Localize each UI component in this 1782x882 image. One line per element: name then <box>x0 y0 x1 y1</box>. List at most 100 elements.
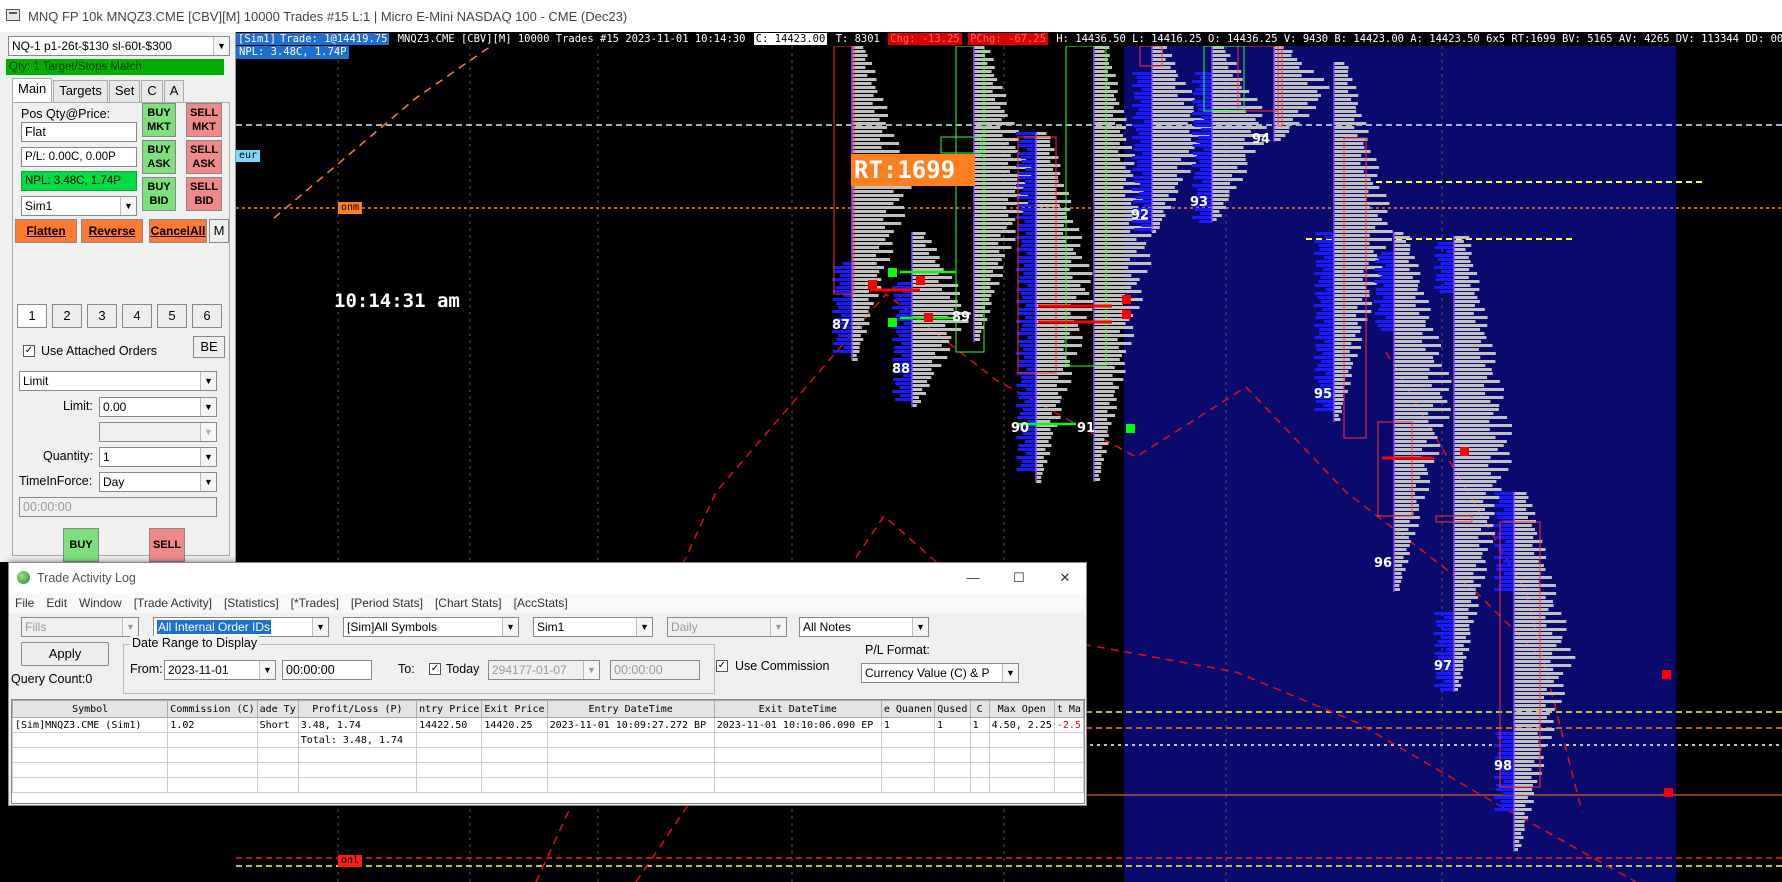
apply-button[interactable]: Apply <box>21 642 109 666</box>
sell-button[interactable]: SELL <box>149 528 185 562</box>
buy-ask-button[interactable]: BUY ASK <box>142 140 176 174</box>
tab-main[interactable]: Main <box>12 78 53 102</box>
volume-bar <box>1212 62 1237 65</box>
column-header[interactable]: Exit Price <box>481 700 548 718</box>
qty-preset-button[interactable]: 4 <box>122 304 152 328</box>
from-date-input[interactable]: 2023-11-01 ▼ <box>164 660 276 680</box>
sell-bid-button[interactable]: SELL BID <box>186 177 222 211</box>
volume-bar <box>1036 224 1064 227</box>
order-ids-select[interactable]: All Internal Order IDs ▼ <box>153 617 329 637</box>
volume-bar <box>1514 640 1562 643</box>
log-menu-item[interactable]: [AccStats] <box>514 593 568 613</box>
fills-select[interactable]: Fills ▼ <box>21 617 139 637</box>
limit-input[interactable]: 0.00 ▼ <box>99 397 217 417</box>
volume-bar <box>1334 94 1359 97</box>
table-row[interactable]: Total: 3.48, 1.74 <box>12 732 1084 748</box>
volume-bar <box>1454 588 1476 591</box>
qty-preset-button[interactable]: 3 <box>87 304 117 328</box>
column-header[interactable]: Profit/Loss (P) <box>297 700 418 718</box>
from-time-input[interactable]: 00:00:00 <box>282 660 372 680</box>
strategy-select[interactable]: NQ-1 p1-26t-$130 sl-60t-$300 ▼ <box>8 36 230 56</box>
column-header[interactable]: t Ma <box>1053 700 1084 718</box>
secondary-price-input[interactable]: ▼ <box>99 422 217 442</box>
bid-volume-bar <box>1132 116 1152 119</box>
cancel-all-button[interactable]: CancelAll <box>149 219 207 243</box>
period-select[interactable]: Daily ▼ <box>667 617 787 637</box>
column-header[interactable]: e Quanen <box>880 700 936 718</box>
m-button[interactable]: M <box>209 219 229 243</box>
qty-preset-button[interactable]: 6 <box>192 304 222 328</box>
qty-preset-button[interactable]: 5 <box>157 304 187 328</box>
column-header[interactable]: Exit DateTime <box>713 700 882 718</box>
bid-volume-bar <box>1435 620 1454 623</box>
log-menu-item[interactable]: [Period Stats] <box>351 593 423 613</box>
column-header[interactable]: Entry DateTime <box>546 700 715 718</box>
volume-bar <box>1514 736 1552 739</box>
log-menu-item[interactable]: File <box>15 593 34 613</box>
today-checkbox[interactable]: ✓ <box>429 663 441 675</box>
volume-bar <box>1454 528 1482 531</box>
to-time-input[interactable]: 00:00:00 <box>610 660 700 680</box>
qty-preset-button[interactable]: 2 <box>52 304 82 328</box>
log-menu-item[interactable]: Window <box>79 593 122 613</box>
to-date-input[interactable]: 294177-01-07 ▼ <box>488 660 600 680</box>
bid-volume-bar <box>1376 292 1394 295</box>
bid-volume-bar <box>1323 256 1334 259</box>
tab-c[interactable]: C <box>141 80 163 102</box>
bar-index-label: 97 <box>1434 659 1453 674</box>
log-account-select[interactable]: Sim1 ▼ <box>533 617 653 637</box>
volume-bar <box>1212 118 1256 121</box>
time-input[interactable]: 00:00:00 <box>19 497 217 517</box>
column-header[interactable]: ade Ty <box>256 700 299 718</box>
volume-bar <box>1212 198 1229 201</box>
log-menu-item[interactable]: Edit <box>46 593 67 613</box>
tab-set[interactable]: Set <box>108 80 141 102</box>
column-header[interactable]: Symbol <box>12 700 169 718</box>
sell-ask-button[interactable]: SELL ASK <box>186 140 222 174</box>
bid-volume-bar <box>1134 96 1152 99</box>
table-row[interactable]: [Sim]MNQZ3.CME (Sim1) 1.02 Short 3.48, 1.74… <box>12 717 1084 733</box>
column-header[interactable]: ntry Price <box>416 700 483 718</box>
reverse-button[interactable]: Reverse <box>81 219 143 243</box>
quantity-input[interactable]: 1 ▼ <box>99 447 217 467</box>
log-menu-item[interactable]: [Trade Activity] <box>134 593 212 613</box>
pl-format-select[interactable]: Currency Value (C) & P ▼ <box>861 663 1019 683</box>
notes-select[interactable]: All Notes ▼ <box>799 617 929 637</box>
buy-bid-button[interactable]: BUY BID <box>142 177 176 211</box>
volume-bar <box>1152 202 1166 205</box>
be-button[interactable]: BE <box>193 336 225 358</box>
use-attached-checkbox[interactable]: ✓ <box>23 345 35 357</box>
table-cell <box>297 777 418 793</box>
column-header[interactable]: Commission (C) <box>167 700 258 718</box>
account-select[interactable]: Sim1 ▼ <box>21 196 137 216</box>
qty-preset-button[interactable]: 1 <box>17 304 47 328</box>
volume-bar <box>1094 66 1113 69</box>
tab-targets[interactable]: Targets <box>53 80 108 102</box>
tif-select[interactable]: Day ▼ <box>99 472 217 492</box>
volume-bar <box>1036 316 1087 319</box>
column-header[interactable]: Qused <box>934 700 971 718</box>
volume-bar <box>912 280 939 283</box>
column-header[interactable]: C <box>969 700 990 718</box>
trade-log-table[interactable]: Symbol Commission (C) ade Ty Profit/Loss (P… <box>11 699 1085 804</box>
order-type-select[interactable]: Limit ▼ <box>19 371 217 391</box>
log-menu-item[interactable]: [Statistics] <box>224 593 279 613</box>
column-header[interactable]: Max Open <box>988 700 1055 718</box>
bid-volume-bar <box>899 386 912 389</box>
maximize-icon[interactable]: ☐ <box>996 563 1042 593</box>
log-menu-item[interactable]: [Chart Stats] <box>435 593 502 613</box>
symbols-select[interactable]: [Sim]All Symbols ▼ <box>343 617 519 637</box>
minimize-icon[interactable]: — <box>950 563 996 593</box>
tab-a[interactable]: A <box>163 80 185 102</box>
sell-mkt-button[interactable]: SELL MKT <box>186 103 222 137</box>
close-icon[interactable]: ✕ <box>1042 563 1088 593</box>
log-menu-item[interactable]: [*Trades] <box>291 593 339 613</box>
volume-bar <box>1514 828 1525 831</box>
table-cell <box>713 777 882 793</box>
use-commission-checkbox[interactable]: ✓ <box>716 660 728 672</box>
flatten-button[interactable]: Flatten <box>15 219 77 243</box>
buy-button[interactable]: BUY <box>63 528 99 562</box>
volume-bar <box>1454 580 1474 583</box>
buy-mkt-button[interactable]: BUY MKT <box>142 103 176 137</box>
volume-bar <box>1036 400 1061 403</box>
